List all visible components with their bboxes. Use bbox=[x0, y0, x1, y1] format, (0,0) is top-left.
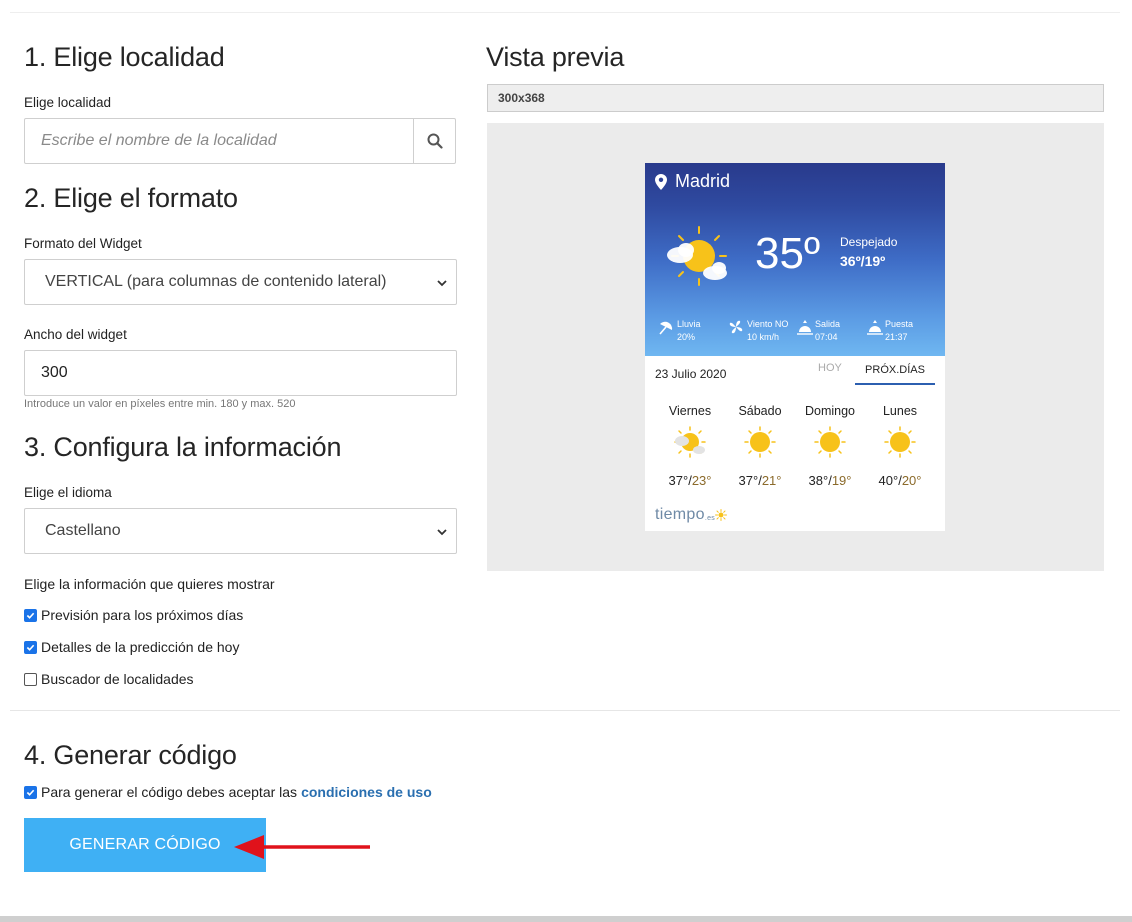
check-icon bbox=[26, 612, 35, 619]
format-select-value: VERTICAL (para columnas de contenido lat… bbox=[45, 273, 387, 290]
tab-today[interactable]: HOY bbox=[818, 362, 842, 374]
day-max: 38° bbox=[808, 473, 829, 488]
checkbox-search[interactable] bbox=[24, 672, 37, 686]
detail-sunset-value: 21:37 bbox=[885, 332, 908, 342]
widget-temp-range: 36º/19º bbox=[840, 253, 886, 269]
logo-text: tiempo bbox=[655, 506, 705, 523]
day-name: Lunes bbox=[882, 404, 918, 418]
section-title-generate: 4. Generar código bbox=[24, 740, 237, 770]
red-arrow-annotation bbox=[234, 835, 370, 859]
language-select-value: Castellano bbox=[45, 522, 121, 539]
widget-condition: Despejado bbox=[840, 235, 898, 249]
option-forecast-label: Previsión para los próximos días bbox=[41, 607, 244, 623]
preview-title: Vista previa bbox=[486, 42, 625, 72]
terms-text: Para generar el código debes aceptar las bbox=[41, 784, 298, 800]
tab-next-days[interactable]: PRÓX.DÍAS bbox=[855, 356, 935, 385]
detail-rain-value: 20% bbox=[677, 332, 696, 342]
format-select[interactable]: VERTICAL (para columnas de contenido lat… bbox=[24, 259, 457, 305]
terms-link[interactable]: condiciones de uso bbox=[301, 784, 432, 800]
tiempo-logo[interactable]: tiempo .es bbox=[655, 506, 728, 524]
detail-rain-label: Lluvia bbox=[677, 319, 701, 329]
chevron-down-icon bbox=[437, 280, 447, 287]
format-label: Formato del Widget bbox=[24, 236, 142, 251]
option-search-label: Buscador de localidades bbox=[41, 671, 194, 687]
chevron-down-icon bbox=[437, 529, 447, 536]
widget-city: Madrid bbox=[655, 171, 730, 192]
day-max: 37° bbox=[738, 473, 759, 488]
widget-temperature: 35º bbox=[755, 229, 821, 278]
widget-header: Madrid 35º Despejado 36º/19º Lluvia 20% … bbox=[645, 163, 945, 356]
detail-wind: Viento NO 10 km/h bbox=[727, 318, 788, 344]
section-divider bbox=[10, 710, 1120, 711]
sunrise-icon bbox=[797, 320, 813, 335]
day-max: 37° bbox=[668, 473, 689, 488]
day-name: Sábado bbox=[738, 404, 782, 418]
detail-wind-label: Viento NO bbox=[747, 319, 789, 329]
day-max: 40° bbox=[878, 473, 899, 488]
terms-row: Para generar el código debes aceptar las… bbox=[24, 784, 432, 800]
option-details-label: Detalles de la predicción de hoy bbox=[41, 639, 240, 655]
section-title-format: 2. Elige el formato bbox=[24, 183, 238, 213]
detail-sunrise-label: Salida bbox=[815, 319, 841, 329]
detail-wind-value: 10 km/h bbox=[747, 332, 780, 342]
width-label: Ancho del widget bbox=[24, 327, 127, 342]
detail-sunrise: Salida 07:04 bbox=[797, 318, 840, 344]
check-icon bbox=[26, 644, 35, 651]
checkbox-details[interactable] bbox=[24, 640, 37, 654]
widget-date: 23 Julio 2020 bbox=[655, 367, 727, 381]
checkbox-forecast[interactable] bbox=[24, 608, 37, 622]
option-search[interactable]: Buscador de localidades bbox=[24, 671, 194, 687]
preview-size: 300x368 bbox=[487, 84, 1104, 112]
detail-sunset-label: Puesta bbox=[885, 319, 914, 329]
sun-icon bbox=[814, 426, 846, 458]
section-title-config: 3. Configura la información bbox=[24, 432, 342, 462]
sun-cloud-icon bbox=[667, 226, 727, 286]
widget-city-name: Madrid bbox=[675, 171, 731, 191]
check-icon bbox=[26, 789, 35, 796]
language-select[interactable]: Castellano bbox=[24, 508, 457, 554]
detail-rain: Lluvia 20% bbox=[657, 318, 701, 344]
weather-widget[interactable]: Madrid 35º Despejado 36º/19º Lluvia 20% … bbox=[645, 163, 945, 531]
detail-sunrise-value: 07:04 bbox=[815, 332, 838, 342]
sunset-icon bbox=[867, 320, 883, 335]
umbrella-icon bbox=[659, 321, 673, 335]
option-details[interactable]: Detalles de la predicción de hoy bbox=[24, 639, 239, 655]
day-name: Viernes bbox=[668, 404, 712, 418]
day-min: 23° bbox=[691, 473, 712, 488]
day-name: Domingo bbox=[804, 404, 856, 418]
sun-icon bbox=[884, 426, 916, 458]
option-forecast[interactable]: Previsión para los próximos días bbox=[24, 607, 243, 623]
day-temps: 37°/21° bbox=[738, 473, 782, 488]
bottom-border bbox=[0, 916, 1132, 922]
top-divider bbox=[10, 12, 1120, 13]
day-temps: 38°/19° bbox=[808, 473, 852, 488]
location-search bbox=[24, 118, 456, 164]
location-label: Elige localidad bbox=[24, 95, 112, 110]
search-button[interactable] bbox=[413, 119, 455, 163]
info-label: Elige la información que quieres mostrar bbox=[24, 576, 275, 592]
width-hint: Introduce un valor en píxeles entre min.… bbox=[24, 398, 296, 410]
day-min: 20° bbox=[901, 473, 922, 488]
day-temps: 37°/23° bbox=[668, 473, 712, 488]
day-temps: 40°/20° bbox=[878, 473, 922, 488]
detail-sunset: Puesta 21:37 bbox=[867, 318, 913, 344]
location-search-input[interactable] bbox=[25, 119, 415, 163]
logo-suffix: .es bbox=[704, 514, 716, 522]
day-min: 19° bbox=[831, 473, 852, 488]
wind-icon bbox=[729, 320, 743, 334]
search-icon bbox=[427, 133, 443, 149]
location-pin-icon bbox=[655, 173, 667, 190]
checkbox-terms[interactable] bbox=[24, 785, 37, 799]
day-min: 21° bbox=[761, 473, 782, 488]
section-title-location: 1. Elige localidad bbox=[24, 42, 225, 72]
language-label: Elige el idioma bbox=[24, 485, 112, 500]
width-input[interactable]: 300 bbox=[24, 350, 457, 396]
logo-sun-icon bbox=[715, 509, 728, 521]
sun-icon bbox=[744, 426, 776, 458]
sun-cloud-icon bbox=[674, 426, 706, 458]
